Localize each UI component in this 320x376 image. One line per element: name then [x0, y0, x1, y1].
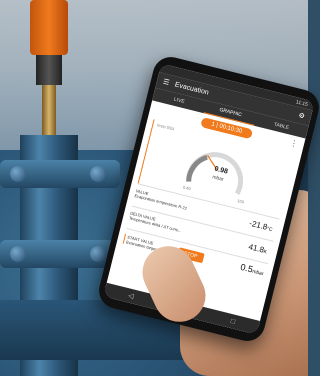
probe-body	[36, 55, 62, 85]
gear-icon[interactable]: ⚙	[298, 111, 306, 120]
gauge-min: 0.40	[182, 184, 192, 192]
more-icon[interactable]: ⋮	[289, 138, 299, 149]
back-icon[interactable]: ◁	[127, 291, 134, 300]
start-value: 0.5mbar	[239, 262, 265, 277]
recents-icon[interactable]: □	[230, 318, 236, 326]
orange-probe-handle	[30, 0, 68, 55]
bolt	[10, 166, 26, 182]
gauge-max: 100	[236, 198, 245, 205]
gauge-tag: testo 550i	[156, 122, 175, 132]
reading-unit: K	[262, 248, 268, 256]
bolt	[90, 246, 106, 262]
start-value-label: START VALUE Evacuation target	[122, 233, 159, 252]
reading-value: -21.8°C	[248, 219, 273, 234]
reading-unit: °C	[266, 225, 274, 234]
start-unit: mbar	[251, 268, 265, 278]
reading-value: 41.8K	[248, 242, 269, 255]
menu-icon[interactable]: ☰	[162, 78, 170, 86]
bolt	[90, 166, 106, 182]
bolt	[10, 246, 26, 262]
